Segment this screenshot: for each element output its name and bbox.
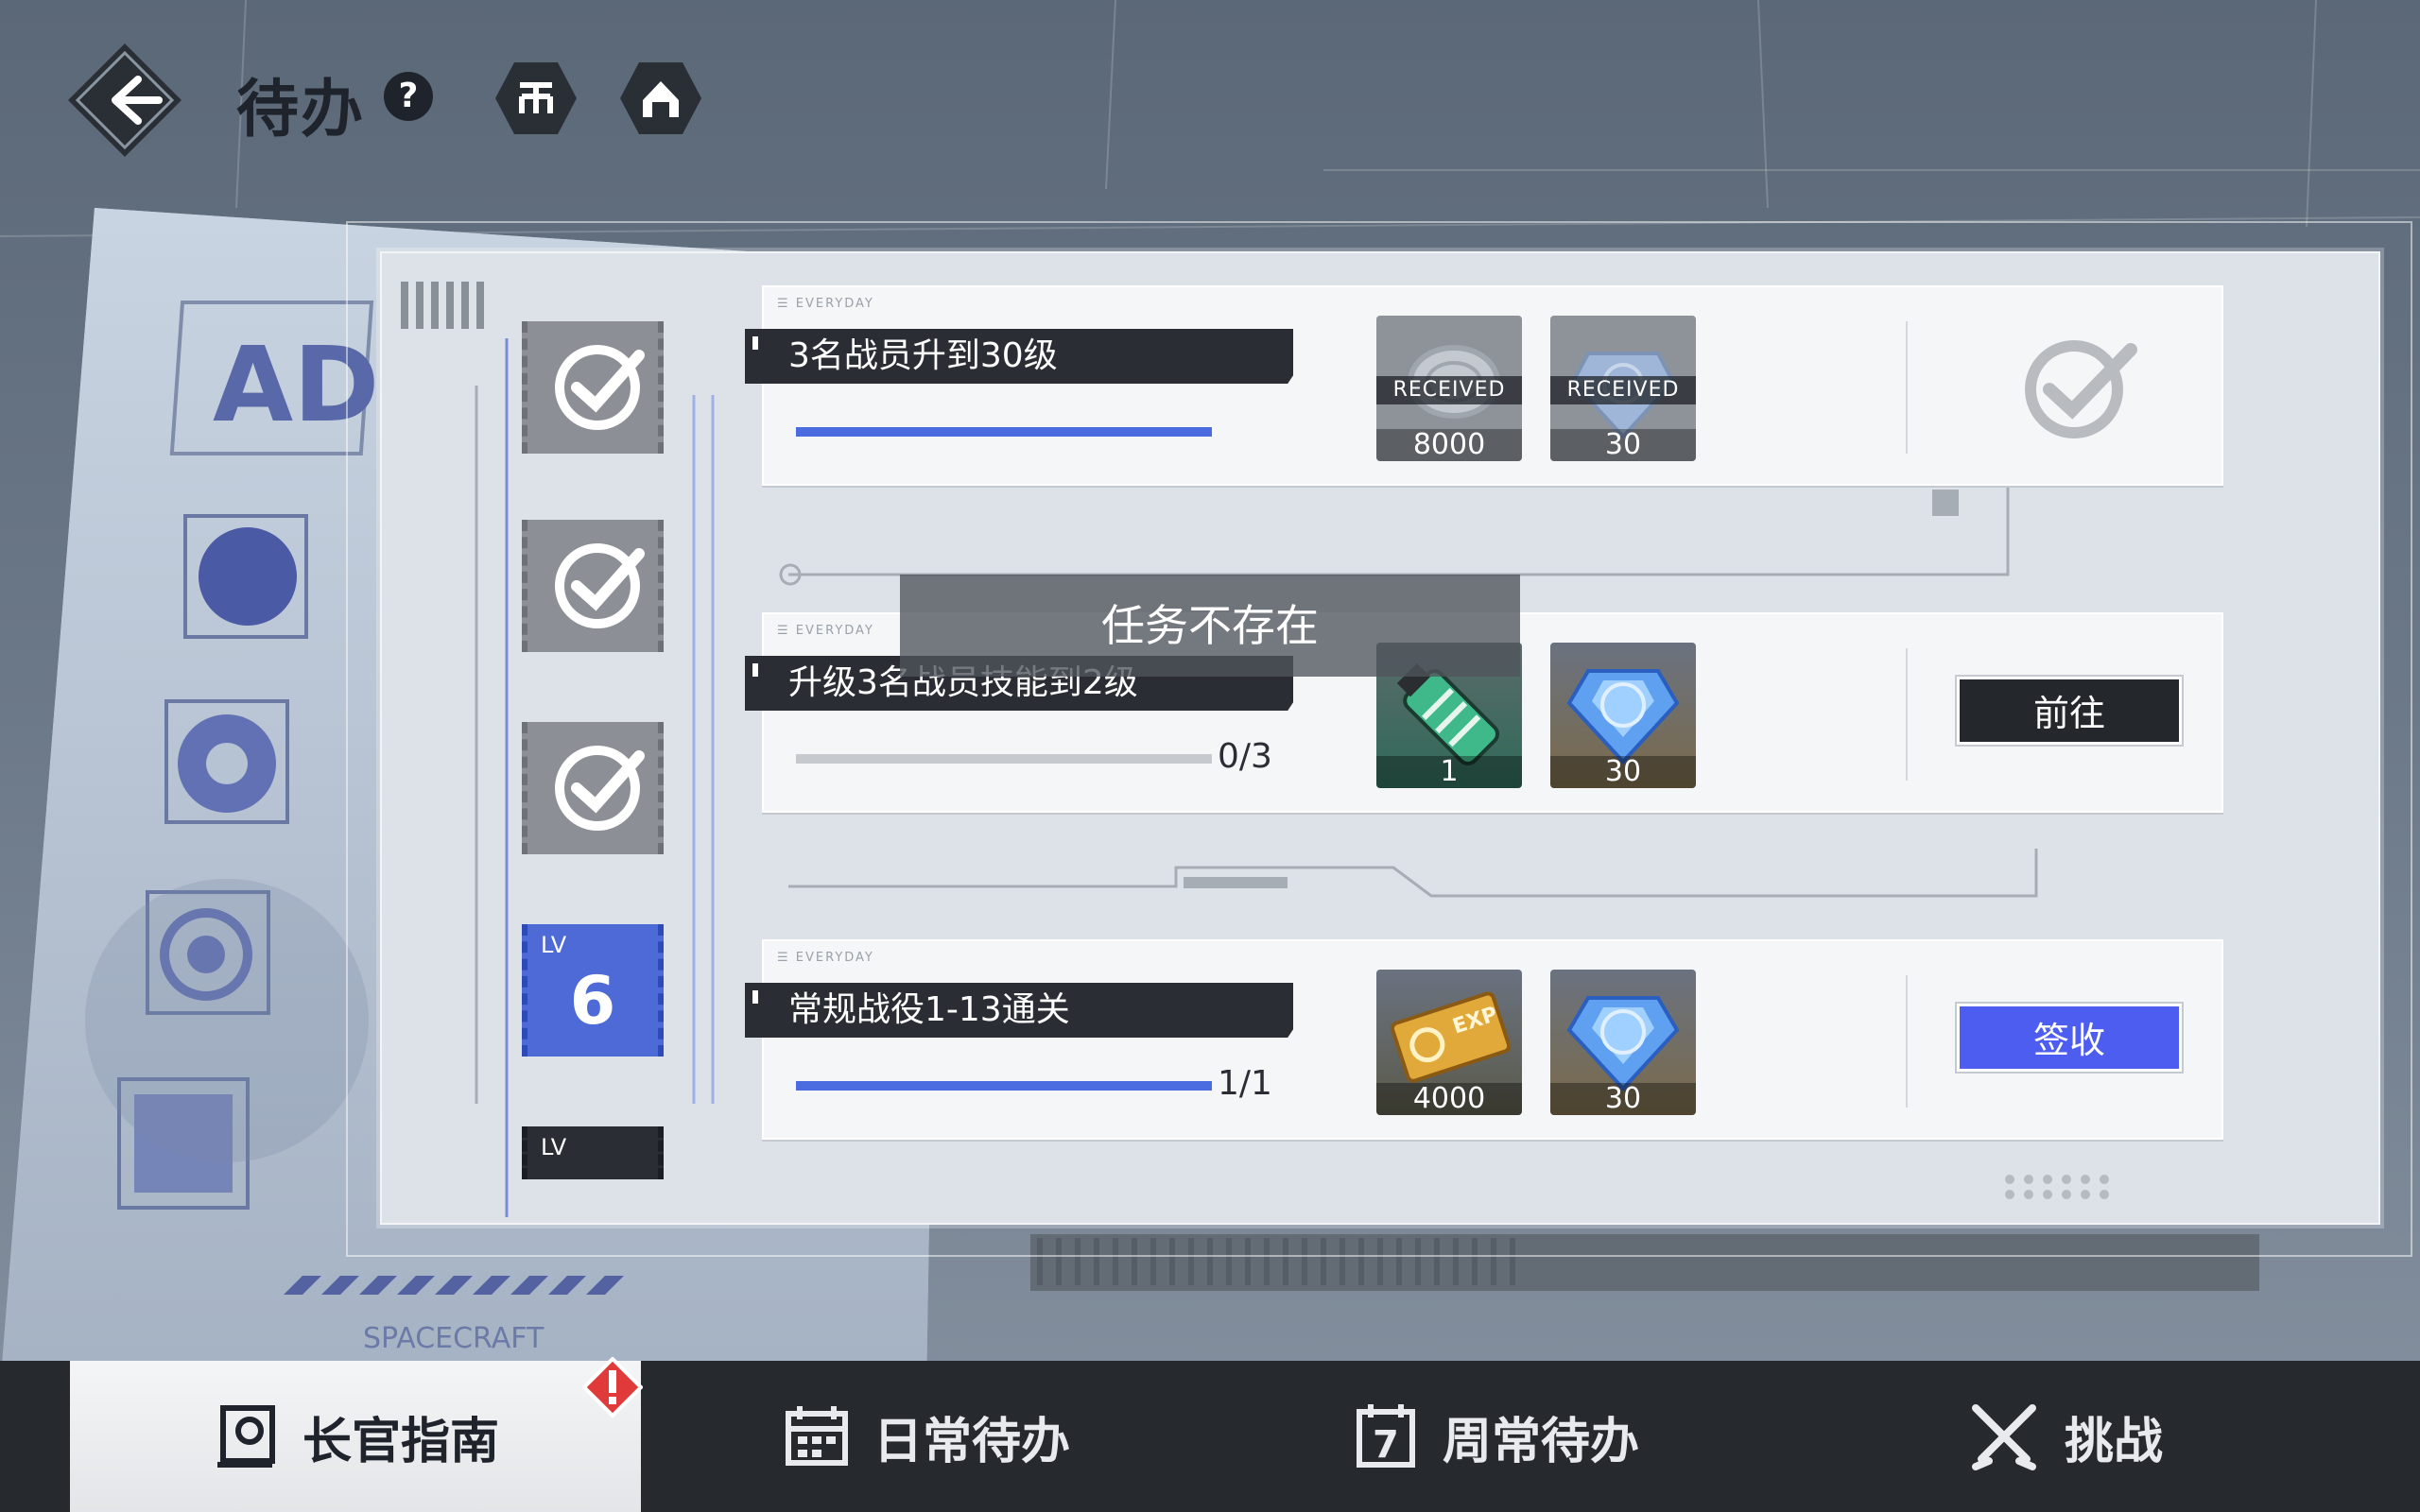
reward-qty: 30 [1550, 1083, 1696, 1115]
task-progress-bar [796, 427, 1212, 437]
divider [1906, 648, 1908, 781]
poster-text: SPACECRAFT [363, 1322, 544, 1355]
tab-label: 挑战 [2064, 1413, 2163, 1470]
tab-label: 长官指南 [302, 1413, 499, 1470]
task-progress-bar [796, 754, 1212, 764]
weekly-calendar-icon: 7 [1356, 1404, 1415, 1468]
progress-fill [796, 1081, 1212, 1091]
crossed-swords-icon [1971, 1404, 2036, 1470]
back-button[interactable] [64, 40, 185, 161]
progress-fill [796, 427, 1212, 437]
reward-qty: 30 [1550, 429, 1696, 461]
task-name: 3名战员升到30级 [745, 329, 1293, 384]
task-progress-bar [796, 1081, 1212, 1091]
reward-item[interactable]: EXP 4000 [1376, 970, 1522, 1115]
tree-menu-button[interactable] [493, 59, 579, 138]
task-tag: EVERYDAY [777, 624, 874, 638]
guide-book-icon [216, 1405, 275, 1468]
reward-qty: 30 [1550, 756, 1696, 788]
level-chip-done [522, 722, 664, 854]
svg-text:7: 7 [1373, 1423, 1399, 1467]
toast-message: 任务不存在 [900, 575, 1520, 677]
check-icon [555, 345, 645, 430]
tab-daily[interactable]: 日常待办 [643, 1361, 1210, 1512]
task-row: EVERYDAY 常规战役1-13通关 1/1 EXP 4000 30 签收 [745, 939, 2223, 1140]
level-value: 6 [569, 962, 616, 1040]
help-button[interactable]: ? [384, 72, 433, 121]
received-label: RECEIVED [1376, 376, 1522, 404]
check-icon [555, 543, 645, 628]
level-lv-label: LV [541, 932, 567, 958]
check-icon [555, 746, 645, 831]
divider [1906, 321, 1908, 454]
task-tag: EVERYDAY [777, 951, 874, 965]
level-chip-done [522, 321, 664, 454]
level-chip-done [522, 520, 664, 652]
tab-weekly[interactable]: 7 周常待办 [1212, 1361, 1779, 1512]
divider [1906, 975, 1908, 1108]
page-title: 待办 [236, 73, 365, 146]
level-chip-current[interactable]: LV 6 [522, 924, 664, 1057]
alert-badge-icon [582, 1357, 643, 1418]
progress-text: 1/1 [1218, 1064, 1272, 1103]
reward-item[interactable]: RECEIVED 8000 [1376, 316, 1522, 461]
received-label: RECEIVED [1550, 376, 1696, 404]
calendar-icon [785, 1406, 848, 1466]
tab-label: 日常待办 [873, 1413, 1070, 1470]
header: 待办 ? [0, 0, 2420, 189]
tab-commander-guide[interactable]: 长官指南 [70, 1361, 641, 1512]
reward-qty: 8000 [1376, 429, 1522, 461]
tab-challenge[interactable]: 挑战 [1781, 1361, 2348, 1512]
home-button[interactable] [618, 59, 703, 138]
svg-text:AD: AD [213, 324, 379, 445]
reward-qty: 4000 [1376, 1083, 1522, 1115]
reward-qty: 1 [1376, 756, 1522, 788]
reward-item[interactable]: 30 [1550, 643, 1696, 788]
reward-item[interactable]: RECEIVED 30 [1550, 316, 1696, 461]
task-name: 常规战役1-13通关 [745, 983, 1293, 1038]
task-row: EVERYDAY 3名战员升到30级 RECEIVED 8000 RECEIVE… [745, 285, 2223, 486]
completed-check-icon [2025, 340, 2137, 438]
progress-text: 0/3 [1218, 737, 1272, 776]
level-lv-label: LV [541, 1134, 567, 1160]
go-button[interactable]: 前往 [1957, 677, 2182, 745]
tab-label: 周常待办 [1442, 1413, 1639, 1470]
bottom-tab-bar: 长官指南 日常待办 7 周常待办 挑战 [0, 1361, 2420, 1512]
task-tag: EVERYDAY [777, 297, 874, 311]
level-chip-locked[interactable]: LV [522, 1126, 664, 1179]
claim-button[interactable]: 签收 [1957, 1004, 2182, 1072]
reward-item[interactable]: 30 [1550, 970, 1696, 1115]
